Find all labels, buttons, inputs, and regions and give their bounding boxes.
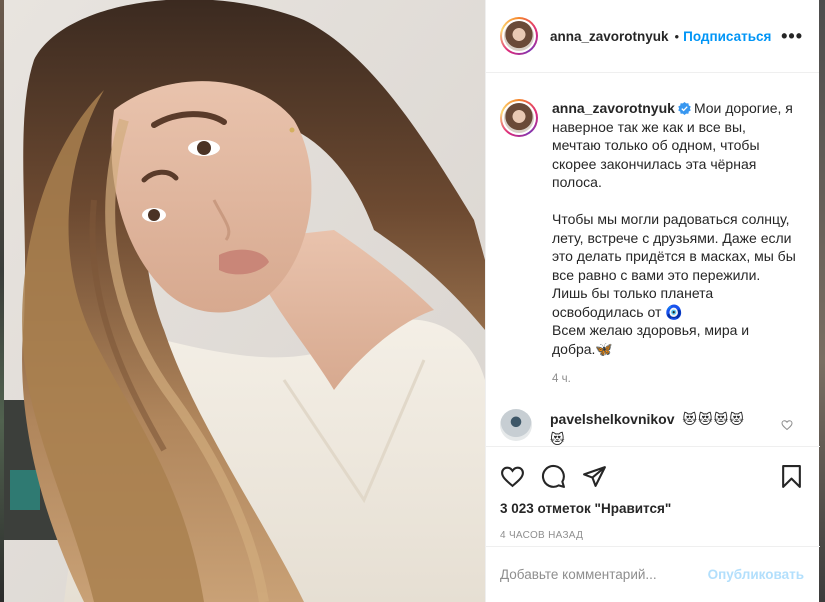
comment-input[interactable] bbox=[500, 567, 708, 582]
caption-blank bbox=[552, 192, 803, 211]
comment-body: pavelshelkovnikov 😻😻😻😻😻 bbox=[550, 409, 750, 449]
separator-dot: • bbox=[674, 28, 680, 44]
caption-username[interactable]: anna_zavorotnyuk bbox=[552, 100, 675, 116]
comment-icon[interactable] bbox=[541, 464, 566, 489]
commenter-username[interactable]: pavelshelkovnikov bbox=[550, 411, 675, 427]
comment-item: pavelshelkovnikov 😻😻😻😻😻 bbox=[500, 408, 803, 449]
caption: anna_zavorotnyuk Мои дорогие, я наверное … bbox=[500, 99, 803, 389]
avatar bbox=[504, 21, 534, 51]
caption-body: anna_zavorotnyuk Мои дорогие, я наверное … bbox=[552, 99, 803, 389]
caption-avatar bbox=[504, 103, 534, 133]
comment-like-heart-icon[interactable] bbox=[781, 419, 793, 431]
story-ring[interactable] bbox=[500, 17, 538, 55]
caption-line: наверное так же как и все вы, bbox=[552, 118, 746, 135]
post-header: anna_zavorotnyuk • Подписаться ••• bbox=[486, 0, 819, 73]
comments-area[interactable]: anna_zavorotnyuk Мои дорогие, я наверное … bbox=[486, 73, 819, 449]
caption-line: это делать придётся в масках, мы бы bbox=[552, 248, 796, 264]
post-side-panel: anna_zavorotnyuk • Подписаться ••• anna_… bbox=[485, 0, 820, 602]
caption-line: Лишь бы только планета bbox=[552, 285, 714, 301]
caption-time[interactable]: 4 ч. bbox=[552, 370, 803, 389]
heart-icon[interactable] bbox=[500, 464, 525, 489]
post-time-ago[interactable]: 4 ЧАСОВ НАЗАД bbox=[500, 530, 804, 541]
more-icon[interactable]: ••• bbox=[781, 26, 803, 47]
caption-story-ring[interactable] bbox=[500, 99, 538, 137]
caption-line: Мои дорогие, я bbox=[693, 100, 793, 116]
action-icons bbox=[500, 461, 804, 491]
post-photo[interactable] bbox=[4, 0, 485, 602]
post-actions: 3 023 отметок "Нравится" 4 ЧАСОВ НАЗАД bbox=[486, 446, 820, 541]
publish-button[interactable]: Опубликовать bbox=[708, 567, 804, 582]
author-username[interactable]: anna_zavorotnyuk bbox=[550, 29, 669, 44]
caption-line: Чтобы мы могли радоваться солнцу, bbox=[552, 211, 790, 227]
share-icon[interactable] bbox=[582, 464, 607, 489]
caption-line: полоса. bbox=[552, 174, 602, 190]
bookmark-icon[interactable] bbox=[779, 464, 804, 489]
add-comment-bar: Опубликовать bbox=[486, 546, 820, 602]
caption-line: Всем желаю здоровья, мира и bbox=[552, 322, 750, 338]
caption-line: мечтаю только об одном, чтобы bbox=[552, 137, 760, 153]
likes-count[interactable]: 3 023 отметок "Нравится" bbox=[500, 501, 804, 516]
caption-line: освободилась от 🧿 bbox=[552, 303, 683, 320]
caption-line: лету, встрече с друзьями. Даже если bbox=[552, 229, 792, 246]
caption-line: добра.🦋 bbox=[552, 340, 613, 357]
verified-icon bbox=[678, 102, 691, 115]
post-modal: anna_zavorotnyuk • Подписаться ••• anna_… bbox=[4, 0, 820, 602]
selfie-image bbox=[4, 0, 485, 602]
caption-line: скорее закончилась эта чёрная bbox=[552, 155, 757, 172]
commenter-avatar[interactable] bbox=[500, 408, 532, 441]
caption-line: все равно с вами это пережили. bbox=[552, 266, 761, 283]
follow-button[interactable]: Подписаться bbox=[683, 29, 771, 44]
